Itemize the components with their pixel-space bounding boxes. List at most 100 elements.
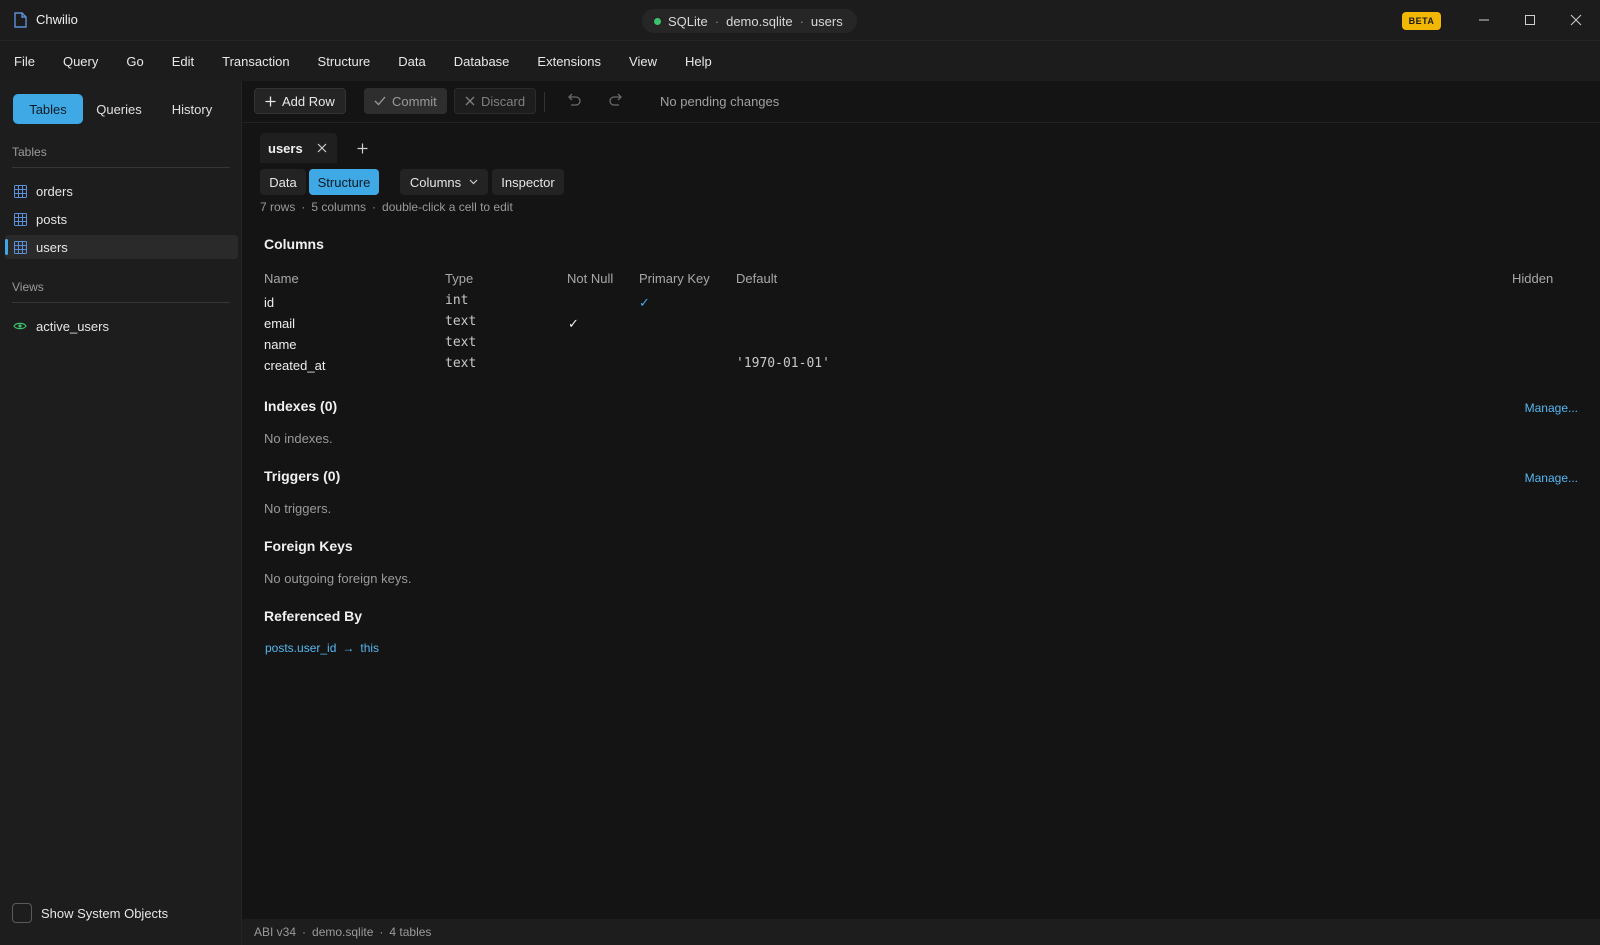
manage-indexes-link[interactable]: Manage...: [1525, 401, 1578, 415]
sidebar-item-active-users[interactable]: active_users: [5, 314, 238, 338]
referenced-by-link[interactable]: posts.user_id → this: [265, 641, 379, 655]
column-count: 5 columns: [311, 200, 367, 214]
sidebar-item-posts[interactable]: posts: [5, 207, 238, 231]
header-primary-key: Primary Key: [639, 271, 710, 286]
separator: ·: [379, 925, 384, 939]
maximize-button[interactable]: [1518, 8, 1542, 32]
tab-label: users: [268, 140, 303, 156]
tab-data[interactable]: Data: [260, 169, 306, 195]
discard-button[interactable]: Discard: [454, 88, 537, 114]
triggers-heading: Triggers (0): [264, 468, 341, 484]
menu-item-structure[interactable]: Structure: [318, 54, 371, 69]
menu-item-view[interactable]: View: [629, 54, 657, 69]
menu-item-data[interactable]: Data: [398, 54, 425, 69]
redo-button[interactable]: [606, 90, 626, 110]
tables-heading: Tables: [12, 145, 47, 159]
menu-item-database[interactable]: Database: [454, 54, 510, 69]
row-count: 7 rows: [260, 200, 296, 214]
menu-item-go[interactable]: Go: [126, 54, 143, 69]
undo-icon: [568, 93, 581, 106]
column-type: text: [445, 314, 477, 329]
sidebar-item-users[interactable]: users: [5, 235, 238, 259]
minimize-button[interactable]: [1472, 8, 1496, 32]
close-tab-icon[interactable]: [317, 143, 327, 153]
checkbox[interactable]: [12, 903, 32, 923]
close-window-button[interactable]: [1564, 8, 1588, 32]
status-bar: ABI v34 · demo.sqlite · 4 tables: [242, 919, 1600, 945]
menu-item-query[interactable]: Query: [63, 54, 98, 69]
sidebar-item-label: active_users: [36, 318, 109, 334]
menu-item-extensions[interactable]: Extensions: [537, 54, 601, 69]
sidebar-item-label: posts: [36, 211, 68, 227]
sidebar-item-orders[interactable]: orders: [5, 179, 238, 203]
divider: [12, 302, 230, 303]
sidebar-segmented-control: Tables Queries History: [13, 94, 231, 124]
separator: ·: [372, 200, 377, 214]
connection-file: demo.sqlite: [726, 13, 793, 29]
column-type: text: [445, 356, 477, 371]
view-tabs: Data Structure Columns Inspector: [260, 169, 564, 195]
column-default: '1970-01-01': [736, 356, 830, 371]
edit-hint: double-click a cell to edit: [382, 200, 513, 214]
foreign-keys-empty: No outgoing foreign keys.: [264, 571, 412, 586]
columns-dropdown-label: Columns: [409, 174, 462, 190]
tab-inspector[interactable]: Inspector: [492, 169, 564, 195]
column-type: text: [445, 335, 477, 350]
separator: ·: [302, 925, 307, 939]
new-tab-button[interactable]: [352, 138, 372, 158]
plus-icon: [357, 143, 367, 153]
column-name: email: [264, 316, 296, 331]
undo-button[interactable]: [564, 90, 584, 110]
columns-dropdown[interactable]: Columns: [400, 169, 488, 195]
menu-item-edit[interactable]: Edit: [172, 54, 194, 69]
abi-version: ABI v34: [254, 925, 297, 939]
column-type: int: [445, 293, 469, 308]
tab-structure[interactable]: Structure: [309, 169, 379, 195]
ref-arrow: →: [342, 641, 355, 655]
show-system-objects-label: Show System Objects: [41, 905, 169, 921]
maximize-icon: [1525, 15, 1535, 25]
pending-changes-status: No pending changes: [660, 94, 780, 109]
columns-heading: Columns: [264, 236, 324, 252]
header-type: Type: [445, 271, 474, 286]
triggers-empty: No triggers.: [264, 501, 332, 516]
connection-pill[interactable]: SQLite · demo.sqlite · users: [642, 9, 857, 33]
commit-button[interactable]: Commit: [364, 88, 447, 114]
menu-item-transaction[interactable]: Transaction: [222, 54, 289, 69]
views-heading: Views: [12, 280, 44, 294]
separator: ·: [301, 200, 306, 214]
minimize-icon: [1479, 19, 1489, 21]
divider: [12, 167, 230, 168]
menu-item-file[interactable]: File: [14, 54, 35, 69]
table-icon: [13, 184, 27, 198]
not-null-check: ✓: [568, 316, 579, 331]
tab-history[interactable]: History: [155, 94, 229, 124]
sidebar-item-label: orders: [36, 183, 73, 199]
tab-queries[interactable]: Queries: [83, 94, 155, 124]
sidebar: Tables Queries History Tables orders pos…: [0, 81, 242, 945]
tab-tables[interactable]: Tables: [13, 94, 83, 124]
menu-bar: File Query Go Edit Transaction Structure Data D…: [0, 41, 1600, 81]
header-default: Default: [736, 271, 778, 286]
app-title: Chwilio: [36, 12, 78, 27]
status-table-count: 4 tables: [389, 925, 432, 939]
table-icon: [13, 240, 27, 254]
menu-item-help[interactable]: Help: [685, 54, 712, 69]
tab-users[interactable]: users: [260, 133, 337, 163]
manage-triggers-link[interactable]: Manage...: [1525, 471, 1578, 485]
show-system-objects-toggle[interactable]: Show System Objects: [12, 903, 168, 923]
add-row-label: Add Row: [282, 93, 335, 109]
divider: [544, 92, 545, 112]
close-icon: [1570, 14, 1582, 26]
table-meta: 7 rows · 5 columns · double-click a cell…: [260, 200, 513, 214]
eye-icon: [13, 319, 27, 333]
add-row-button[interactable]: Add Row: [254, 88, 346, 114]
header-name: Name: [264, 271, 299, 286]
connection-status-dot: [654, 17, 661, 25]
main-panel: Add Row Commit Discard No pending change…: [242, 81, 1600, 945]
ref-target: this: [360, 641, 380, 655]
column-name: created_at: [264, 358, 326, 373]
separator: ·: [714, 13, 720, 29]
connection-table: users: [810, 13, 843, 29]
toolbar: Add Row Commit Discard No pending change…: [242, 81, 1600, 123]
